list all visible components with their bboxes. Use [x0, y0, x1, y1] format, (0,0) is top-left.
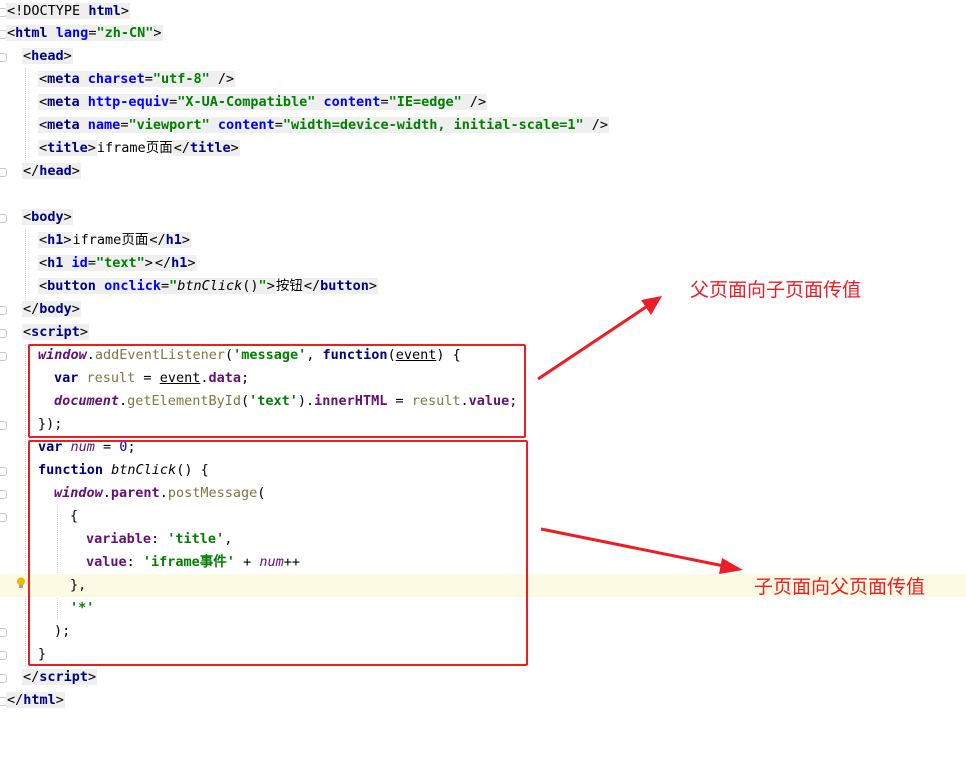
meta-charset-tag: <meta charset="utf-8" />: [38, 71, 236, 87]
title-element: <title>iframe页面</title>: [38, 140, 240, 156]
html-close-tag: </html>: [6, 692, 65, 708]
fold-marker-icon[interactable]: [0, 628, 7, 637]
meta-http-equiv-tag: <meta http-equiv="X-UA-Compatible" conte…: [38, 94, 488, 110]
fold-marker-icon[interactable]: [0, 467, 7, 476]
code-line[interactable]: <meta http-equiv="X-UA-Compatible" conte…: [0, 91, 966, 114]
code-line[interactable]: <script>: [0, 321, 966, 344]
code-line[interactable]: <meta name="viewport" content="width=dev…: [0, 114, 966, 137]
h1-title-element: <h1>iframe页面</h1>: [38, 232, 191, 248]
fold-marker-icon[interactable]: [0, 214, 7, 223]
meta-viewport-tag: <meta name="viewport" content="width=dev…: [38, 117, 610, 133]
note-parent-to-child: 父页面向子页面传值: [690, 279, 862, 301]
code-line[interactable]: <head>: [0, 45, 966, 68]
fold-marker-icon[interactable]: [0, 352, 7, 361]
code-line[interactable]: </script>: [0, 666, 966, 689]
code-line[interactable]: </head>: [0, 160, 966, 183]
fold-marker-icon[interactable]: [0, 651, 7, 660]
highlight-box-postmessage: [28, 440, 528, 666]
fold-marker-icon[interactable]: [0, 421, 7, 430]
script-close-tag: </script>: [22, 669, 98, 685]
fold-marker-icon[interactable]: [0, 490, 7, 499]
highlight-box-listener: [28, 344, 526, 438]
code-line[interactable]: <h1>iframe页面</h1>: [0, 229, 966, 252]
fold-marker-icon[interactable]: [0, 168, 7, 177]
code-line[interactable]: <html lang="zh-CN">: [0, 22, 966, 45]
code-line[interactable]: <!DOCTYPE html>: [0, 0, 966, 23]
h1-text-element: <h1 id="text"> </h1>: [38, 255, 197, 271]
fold-marker-icon[interactable]: [0, 53, 7, 62]
body-close-tag: </body>: [22, 301, 81, 317]
script-open-tag: <script>: [22, 324, 90, 340]
code-line[interactable]: <h1 id="text"> </h1>: [0, 252, 966, 275]
html-open-tag: <html lang="zh-CN">: [6, 25, 163, 41]
note-child-to-parent: 子页面向父页面传值: [754, 576, 926, 598]
head-open-tag: <head>: [22, 48, 73, 64]
body-open-tag: <body>: [22, 209, 73, 225]
fold-marker-icon[interactable]: [0, 513, 7, 522]
button-element: <button onclick="btnClick()">按钮</button>: [38, 278, 379, 294]
doctype-line: <!DOCTYPE html>: [6, 3, 130, 19]
code-line[interactable]: <meta charset="utf-8" />: [0, 68, 966, 91]
code-line[interactable]: <body>: [0, 206, 966, 229]
lightbulb-icon[interactable]: [16, 577, 26, 589]
head-close-tag: </head>: [22, 163, 81, 179]
fold-marker-icon[interactable]: [0, 329, 7, 338]
code-line[interactable]: </html>: [0, 689, 966, 712]
fold-marker-icon[interactable]: [0, 674, 7, 683]
fold-marker-icon[interactable]: [0, 306, 7, 315]
code-line[interactable]: <title>iframe页面</title>: [0, 137, 966, 160]
